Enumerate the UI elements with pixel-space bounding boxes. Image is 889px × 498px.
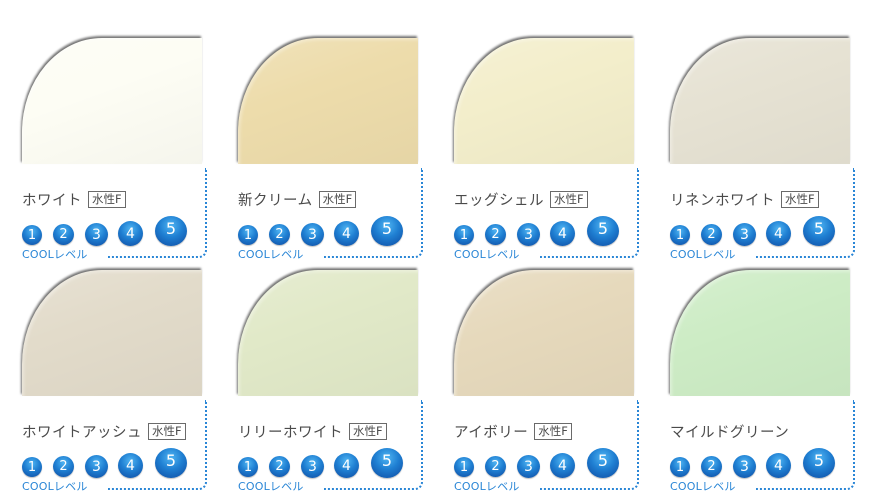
color-swatch bbox=[670, 38, 850, 164]
cool-level-5-icon: 5 bbox=[155, 448, 187, 478]
cool-level-1-icon: 1 bbox=[238, 457, 258, 477]
cool-level-4-icon: 4 bbox=[766, 221, 791, 246]
color-name: アイボリー bbox=[454, 424, 529, 441]
color-swatch bbox=[454, 270, 634, 396]
cool-level-3-icon: 3 bbox=[733, 223, 756, 246]
cool-level-5-icon: 5 bbox=[371, 448, 403, 478]
cool-level-dots: 12345 bbox=[22, 216, 212, 246]
cool-level-1-icon: 1 bbox=[22, 457, 42, 477]
cool-level-4-icon: 4 bbox=[550, 453, 575, 478]
cool-level-2-icon: 2 bbox=[485, 456, 506, 477]
cool-level-1-icon: 1 bbox=[670, 225, 690, 245]
color-swatch-card: アイボリー 水性F 1 2 3 4 5 COOLレベル bbox=[454, 270, 644, 498]
swatch-label-row: マイルドグリーン bbox=[670, 421, 789, 441]
cool-level-2-icon: 2 bbox=[53, 456, 74, 477]
color-name: エッグシェル bbox=[454, 192, 544, 209]
cool-level-label: COOLレベル bbox=[454, 248, 520, 261]
water-based-badge: 水性F bbox=[88, 190, 126, 208]
cool-level-label: COOLレベル bbox=[670, 248, 736, 261]
swatch-label-row: エッグシェル 水性F bbox=[454, 189, 588, 209]
cool-level-3-icon: 3 bbox=[301, 223, 324, 246]
cool-level-2-icon: 2 bbox=[485, 224, 506, 245]
cool-level-2-icon: 2 bbox=[269, 224, 290, 245]
water-based-badge: 水性F bbox=[148, 422, 186, 440]
swatch-label-row: 新クリーム 水性F bbox=[238, 189, 357, 209]
color-swatch bbox=[454, 38, 634, 164]
cool-level-3-icon: 3 bbox=[517, 455, 540, 478]
cool-level-dots: 12345 bbox=[22, 448, 212, 478]
cool-level-label: COOLレベル bbox=[670, 480, 736, 493]
swatch-label-row: ホワイトアッシュ 水性F bbox=[22, 421, 186, 441]
cool-level-2-icon: 2 bbox=[53, 224, 74, 245]
swatch-label-row: ホワイト 水性F bbox=[22, 189, 126, 209]
cool-level-5-icon: 5 bbox=[587, 216, 619, 246]
cool-level-dots: 12345 bbox=[670, 216, 860, 246]
color-swatch bbox=[238, 270, 418, 396]
cool-level-5-icon: 5 bbox=[371, 216, 403, 246]
color-name: 新クリーム bbox=[238, 192, 313, 209]
cool-level-5-icon: 5 bbox=[587, 448, 619, 478]
swatch-label-row: リリーホワイト 水性F bbox=[238, 421, 387, 441]
cool-level-dots: 12345 bbox=[454, 216, 644, 246]
color-name: ホワイトアッシュ bbox=[22, 424, 142, 441]
cool-level-1-icon: 1 bbox=[454, 225, 474, 245]
cool-level-5-icon: 5 bbox=[803, 216, 835, 246]
cool-level-5-icon: 5 bbox=[803, 448, 835, 478]
cool-level-2-icon: 2 bbox=[701, 224, 722, 245]
water-based-badge: 水性F bbox=[318, 190, 357, 208]
cool-level-label: COOLレベル bbox=[454, 480, 520, 493]
cool-level-dots: 12345 bbox=[670, 448, 860, 478]
cool-level-1-icon: 1 bbox=[670, 457, 690, 477]
color-swatch-card: ホワイトアッシュ 水性F 1 2 3 4 5 COOLレベル bbox=[22, 270, 212, 498]
cool-level-1-icon: 1 bbox=[238, 225, 258, 245]
cool-level-label: COOLレベル bbox=[22, 248, 88, 261]
color-swatch-card: 新クリーム 水性F 1 2 3 4 5 COOLレベル bbox=[238, 38, 428, 266]
color-name: リリーホワイト bbox=[238, 424, 343, 441]
color-swatch-card: リリーホワイト 水性F 1 2 3 4 5 COOLレベル bbox=[238, 270, 428, 498]
cool-level-3-icon: 3 bbox=[85, 455, 108, 478]
water-based-badge: 水性F bbox=[534, 422, 572, 440]
color-swatch bbox=[238, 38, 418, 164]
swatch-label-row: アイボリー 水性F bbox=[454, 421, 572, 441]
color-name: マイルドグリーン bbox=[670, 424, 790, 441]
cool-level-4-icon: 4 bbox=[118, 221, 143, 246]
cool-level-dots: 12345 bbox=[238, 216, 428, 246]
cool-level-2-icon: 2 bbox=[701, 456, 722, 477]
cool-level-2-icon: 2 bbox=[269, 456, 290, 477]
water-based-badge: 水性F bbox=[550, 190, 588, 208]
color-name: ホワイト bbox=[22, 192, 82, 209]
cool-level-4-icon: 4 bbox=[334, 453, 359, 478]
cool-level-label: COOLレベル bbox=[238, 480, 304, 493]
cool-level-label: COOLレベル bbox=[22, 480, 88, 493]
cool-level-3-icon: 3 bbox=[733, 455, 756, 478]
color-name: リネンホワイト bbox=[670, 192, 775, 209]
color-swatch-card: ホワイト 水性F 1 2 3 4 5 COOLレベル bbox=[22, 38, 212, 266]
cool-level-1-icon: 1 bbox=[22, 225, 42, 245]
cool-level-3-icon: 3 bbox=[301, 455, 324, 478]
cool-level-4-icon: 4 bbox=[550, 221, 575, 246]
swatch-label-row: リネンホワイト 水性F bbox=[670, 189, 819, 209]
color-swatch bbox=[22, 38, 202, 164]
cool-level-1-icon: 1 bbox=[454, 457, 474, 477]
cool-level-4-icon: 4 bbox=[766, 453, 791, 478]
cool-level-dots: 12345 bbox=[238, 448, 428, 478]
water-based-badge: 水性F bbox=[349, 422, 387, 440]
color-swatch bbox=[670, 270, 850, 396]
water-based-badge: 水性F bbox=[781, 190, 819, 208]
cool-level-dots: 12345 bbox=[454, 448, 644, 478]
cool-level-3-icon: 3 bbox=[85, 223, 108, 246]
color-swatch-card: エッグシェル 水性F 1 2 3 4 5 COOLレベル bbox=[454, 38, 644, 266]
cool-level-4-icon: 4 bbox=[118, 453, 143, 478]
cool-level-5-icon: 5 bbox=[155, 216, 187, 246]
cool-level-4-icon: 4 bbox=[334, 221, 359, 246]
cool-level-label: COOLレベル bbox=[238, 248, 304, 261]
color-swatch bbox=[22, 270, 202, 396]
color-swatch-card: リネンホワイト 水性F 1 2 3 4 5 COOLレベル bbox=[670, 38, 860, 266]
color-swatch-card: マイルドグリーン 1 2 3 4 5 COOLレベル bbox=[670, 270, 860, 498]
cool-level-3-icon: 3 bbox=[517, 223, 540, 246]
